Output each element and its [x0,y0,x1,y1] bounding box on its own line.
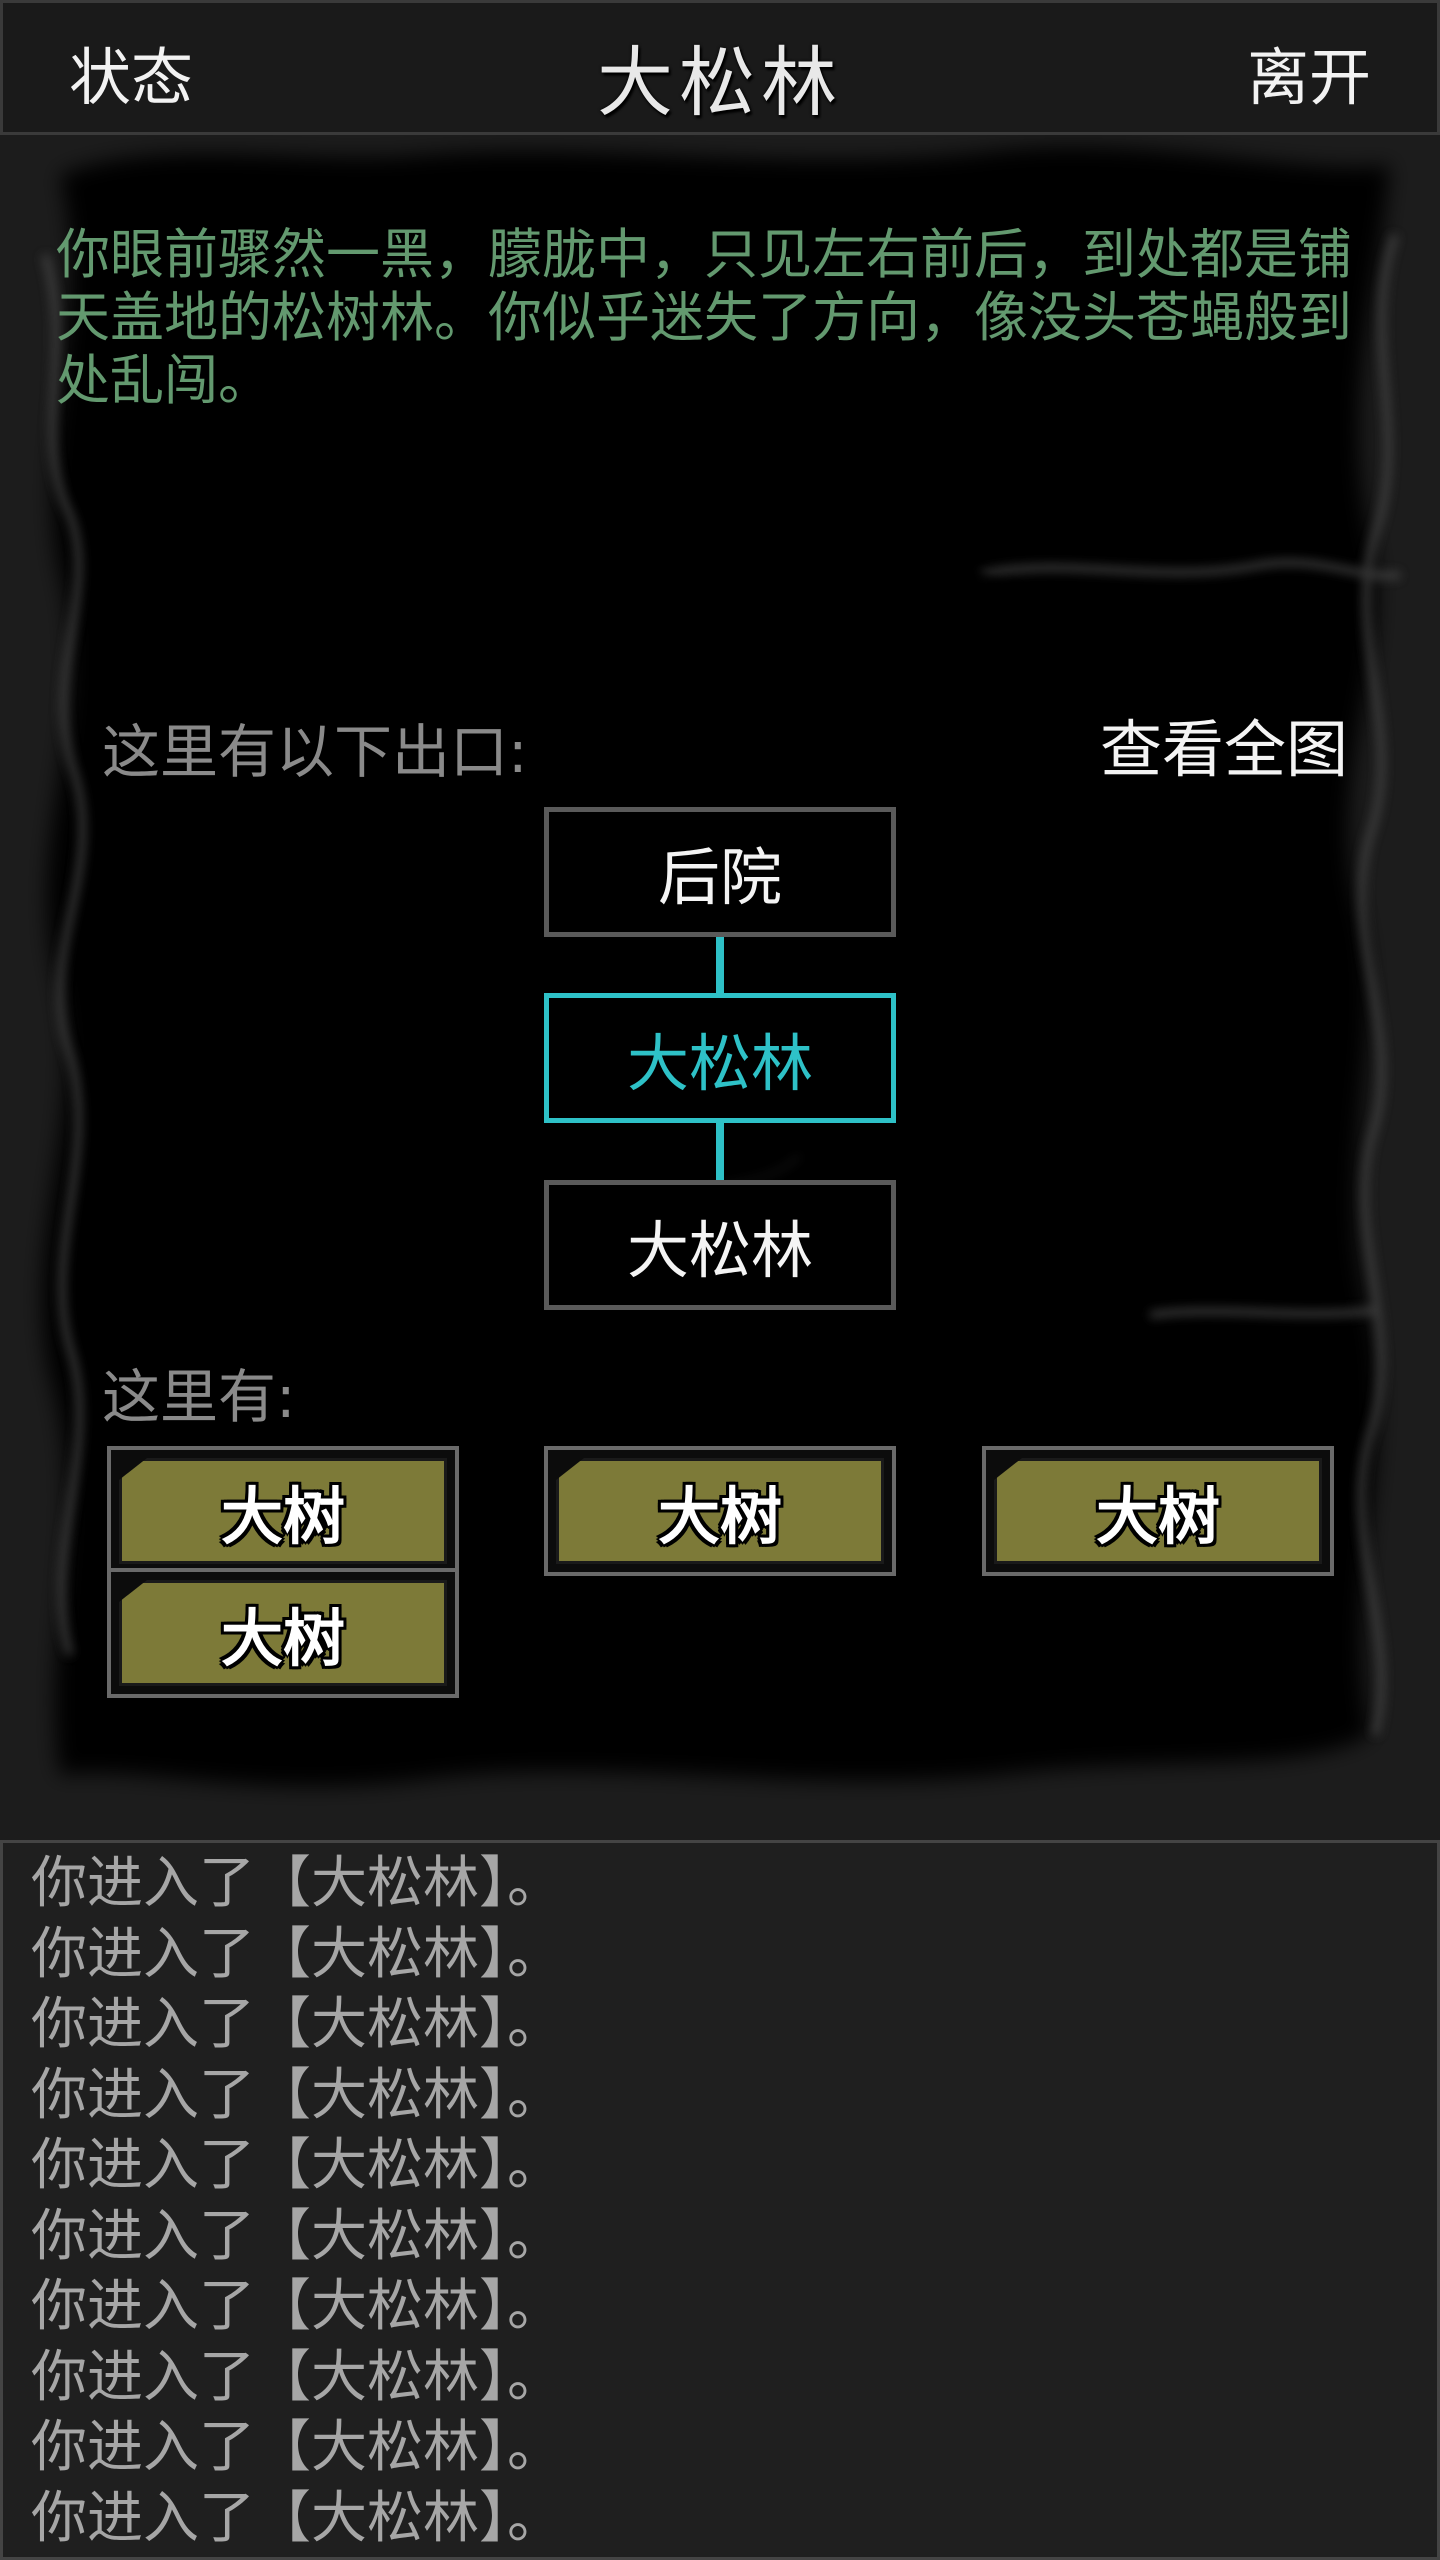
exit-connector-north [716,932,724,998]
item-label: 大树 [556,1458,884,1564]
item-button[interactable]: 大树 [544,1446,896,1576]
item-text: 大树 [657,1480,782,1553]
log-line: 你进入了【大松林】。 [31,2415,563,2480]
items-label: 这里有: [102,1363,296,1431]
log-line: 你进入了【大松林】。 [31,2344,563,2410]
item-label: 大树 [994,1458,1322,1564]
log-line: 你进入了【大松林】。 [31,2203,563,2269]
item-button[interactable]: 大树 [107,1568,459,1698]
room-description: 你眼前骤然一黑，朦胧中，只见左右前后，到处都是铺天盖地的松树林。你似乎迷失了方向… [56,223,1352,412]
item-corner-notch [556,1458,584,1480]
item-text: 大树 [220,1602,345,1675]
leave-button[interactable]: 离开 [1247,27,1371,117]
item-label: 大树 [119,1458,447,1564]
item-text: 大树 [1095,1480,1220,1553]
exit-south-button[interactable]: 大松林 [544,1180,896,1310]
item-corner-notch [119,1580,147,1602]
top-bar: 状态 大松林 离开 [0,0,1440,135]
item-button[interactable]: 大树 [107,1446,459,1576]
current-room-node: 大松林 [544,993,896,1123]
item-corner-notch [994,1458,1022,1480]
log-line: 你进入了【大松林】。 [31,1851,563,1916]
log-line: 你进入了【大松林】。 [31,1992,563,2057]
room-title: 大松林 [597,38,843,127]
exit-north-button[interactable]: 后院 [544,807,896,937]
item-text: 大树 [220,1480,345,1553]
view-full-map-button[interactable]: 查看全图 [1100,699,1348,789]
exits-label: 这里有以下出口: [102,718,528,786]
item-corner-notch [119,1458,147,1480]
item-button[interactable]: 大树 [982,1446,1334,1576]
log-line: 你进入了【大松林】。 [31,2133,563,2198]
exit-connector-south [716,1118,724,1185]
log-line: 你进入了【大松林】。 [31,2274,563,2339]
item-label: 大树 [119,1580,447,1686]
message-log[interactable]: 你进入了【大松林】。 你进入了【大松林】。 你进入了【大松林】。 你进入了【大松… [0,1840,1440,2560]
log-line: 你进入了【大松林】。 [31,1921,563,1987]
room-panel: 你眼前骤然一黑，朦胧中，只见左右前后，到处都是铺天盖地的松树林。你似乎迷失了方向… [0,135,1440,1840]
log-line: 你进入了【大松林】。 [31,2485,563,2551]
log-line: 你进入了【大松林】。 [31,2062,563,2128]
